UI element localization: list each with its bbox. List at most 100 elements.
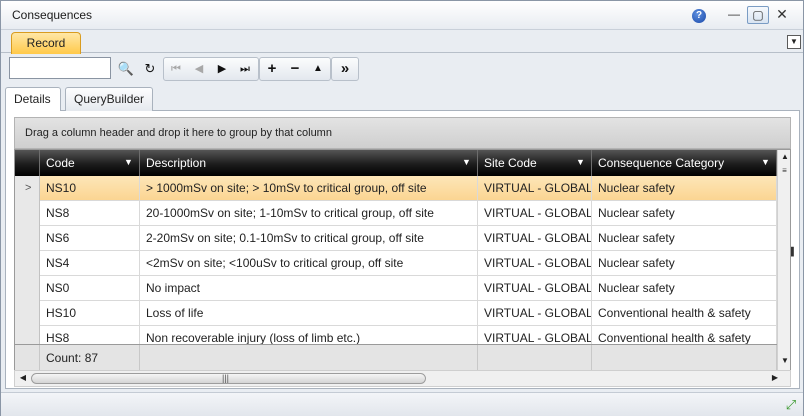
add-record-button[interactable]: +: [261, 58, 283, 80]
scroll-thumb-grip-icon: |||: [222, 373, 230, 383]
filter-icon[interactable]: ▼: [761, 157, 770, 168]
more-actions-button[interactable]: »: [334, 58, 356, 80]
tab-dropdown-button[interactable]: ▼: [787, 35, 801, 49]
summary-indicator: [15, 345, 40, 370]
cell-consequence-category[interactable]: Nuclear safety: [592, 251, 777, 276]
summary-category: [592, 345, 777, 370]
navigation-group: ⏮ ◀ ▶ ⏭: [163, 57, 259, 81]
table-row[interactable]: NS8 20-1000mSv on site; 1-10mSv to criti…: [15, 201, 777, 226]
consequences-window: Consequences ? — ▢ ✕ Record ▼ 🔍 ↻ ⏮ ◀ ▶ …: [0, 0, 804, 416]
scroll-down-icon[interactable]: ▼: [778, 356, 790, 368]
cell-site-code[interactable]: VIRTUAL - GLOBAL: [478, 226, 592, 251]
cell-consequence-category[interactable]: Nuclear safety: [592, 176, 777, 201]
cell-site-code[interactable]: VIRTUAL - GLOBAL: [478, 176, 592, 201]
cell-site-code[interactable]: VIRTUAL - GLOBAL: [478, 301, 592, 326]
row-indicator[interactable]: [15, 251, 40, 276]
expand-icon[interactable]: ⤢: [783, 397, 799, 413]
table-row[interactable]: NS4 <2mSv on site; <100uSv to critical g…: [15, 251, 777, 276]
record-count: Count: 87: [40, 345, 140, 370]
record-tab-strip: Record ▼: [1, 31, 803, 54]
title-bar: Consequences ? — ▢ ✕: [1, 1, 803, 30]
grid-summary-row: Count: 87: [15, 344, 777, 370]
cell-description[interactable]: > 1000mSv on site; > 10mSv to critical g…: [140, 176, 478, 201]
cell-description[interactable]: 2-20mSv on site; 0.1-10mSv to critical g…: [140, 226, 478, 251]
cell-code[interactable]: NS10: [40, 176, 140, 201]
filter-icon[interactable]: ▼: [462, 157, 471, 168]
column-header-description[interactable]: Description ▼: [140, 150, 478, 176]
search-icon[interactable]: 🔍: [115, 58, 137, 80]
table-row[interactable]: > NS10 > 1000mSv on site; > 10mSv to cri…: [15, 176, 777, 201]
row-indicator[interactable]: [15, 301, 40, 326]
column-header-code-label: Code: [46, 156, 75, 170]
window-title: Consequences: [12, 8, 93, 22]
maximize-button[interactable]: ▢: [747, 6, 769, 24]
scroll-thumb-grip-icon[interactable]: ≡: [780, 166, 789, 176]
group-by-hint: Drag a column header and drop it here to…: [25, 127, 332, 139]
filter-icon[interactable]: ▼: [124, 157, 133, 168]
vertical-scrollbar[interactable]: ▲ ≡ ▼: [777, 150, 790, 370]
tab-details[interactable]: Details: [5, 87, 61, 112]
cell-description[interactable]: 20-1000mSv on site; 1-10mSv to critical …: [140, 201, 478, 226]
cell-description[interactable]: No impact: [140, 276, 478, 301]
table-row[interactable]: NS6 2-20mSv on site; 0.1-10mSv to critic…: [15, 226, 777, 251]
table-row[interactable]: HS10 Loss of life VIRTUAL - GLOBAL Conve…: [15, 301, 777, 326]
edit-group: + − ▲: [259, 57, 331, 81]
cell-consequence-category[interactable]: Nuclear safety: [592, 201, 777, 226]
scroll-left-icon[interactable]: ◀: [17, 373, 29, 385]
delete-record-button[interactable]: −: [284, 58, 306, 80]
cell-site-code[interactable]: VIRTUAL - GLOBAL: [478, 251, 592, 276]
cell-code[interactable]: NS4: [40, 251, 140, 276]
horizontal-scrollbar[interactable]: ◀ ||| ▶: [14, 370, 791, 387]
status-bar: ⤢: [1, 392, 803, 416]
cell-site-code[interactable]: VIRTUAL - GLOBAL: [478, 201, 592, 226]
search-input[interactable]: [9, 57, 111, 79]
previous-record-button[interactable]: ◀: [188, 58, 210, 80]
column-header-consequence-category[interactable]: Consequence Category ▼: [592, 150, 777, 176]
cell-site-code[interactable]: VIRTUAL - GLOBAL: [478, 276, 592, 301]
help-icon[interactable]: ?: [692, 9, 706, 23]
column-header-site-code-label: Site Code: [484, 156, 537, 170]
next-record-button[interactable]: ▶: [211, 58, 233, 80]
cell-code[interactable]: NS6: [40, 226, 140, 251]
cell-consequence-category[interactable]: Nuclear safety: [592, 276, 777, 301]
grid-header: Code ▼ Description ▼ Site Code ▼ Consequ…: [15, 150, 777, 176]
group-by-panel[interactable]: Drag a column header and drop it here to…: [14, 117, 791, 149]
column-header-consequence-category-label: Consequence Category: [598, 156, 725, 170]
row-indicator[interactable]: >: [15, 176, 40, 201]
move-up-button[interactable]: ▲: [307, 58, 329, 80]
first-record-button[interactable]: ⏮: [165, 58, 187, 80]
cell-code[interactable]: NS0: [40, 276, 140, 301]
close-button[interactable]: ✕: [771, 6, 793, 24]
cell-code[interactable]: HS10: [40, 301, 140, 326]
cell-description[interactable]: <2mSv on site; <100uSv to critical group…: [140, 251, 478, 276]
cell-description[interactable]: Loss of life: [140, 301, 478, 326]
consequences-grid: Code ▼ Description ▼ Site Code ▼ Consequ…: [14, 149, 791, 371]
horizontal-scroll-thumb[interactable]: |||: [31, 373, 426, 384]
detail-tabs: Details QueryBuilder: [5, 87, 800, 112]
tab-querybuilder[interactable]: QueryBuilder: [65, 87, 153, 111]
row-indicator[interactable]: [15, 201, 40, 226]
details-panel: Drag a column header and drop it here to…: [5, 111, 800, 389]
cell-consequence-category[interactable]: Conventional health & safety: [592, 301, 777, 326]
column-header-description-label: Description: [146, 156, 207, 170]
row-indicator[interactable]: [15, 226, 40, 251]
scroll-up-icon[interactable]: ▲: [778, 152, 790, 164]
more-group: »: [331, 57, 359, 81]
grid-rows: > NS10 > 1000mSv on site; > 10mSv to cri…: [15, 176, 777, 351]
toolbar: 🔍 ↻ ⏮ ◀ ▶ ⏭ + − ▲ »: [9, 56, 361, 82]
summary-site-code: [478, 345, 592, 370]
refresh-icon[interactable]: ↻: [139, 58, 161, 80]
tab-record[interactable]: Record: [11, 32, 81, 54]
summary-description: [140, 345, 478, 370]
table-row[interactable]: NS0 No impact VIRTUAL - GLOBAL Nuclear s…: [15, 276, 777, 301]
filter-icon[interactable]: ▼: [576, 157, 585, 168]
minimize-button[interactable]: —: [723, 6, 745, 24]
cell-consequence-category[interactable]: Nuclear safety: [592, 226, 777, 251]
last-record-button[interactable]: ⏭: [234, 58, 256, 80]
row-indicator[interactable]: [15, 276, 40, 301]
cell-code[interactable]: NS8: [40, 201, 140, 226]
column-header-site-code[interactable]: Site Code ▼: [478, 150, 592, 176]
header-indicator: [15, 150, 40, 176]
scroll-right-icon[interactable]: ▶: [769, 373, 781, 385]
column-header-code[interactable]: Code ▼: [40, 150, 140, 176]
